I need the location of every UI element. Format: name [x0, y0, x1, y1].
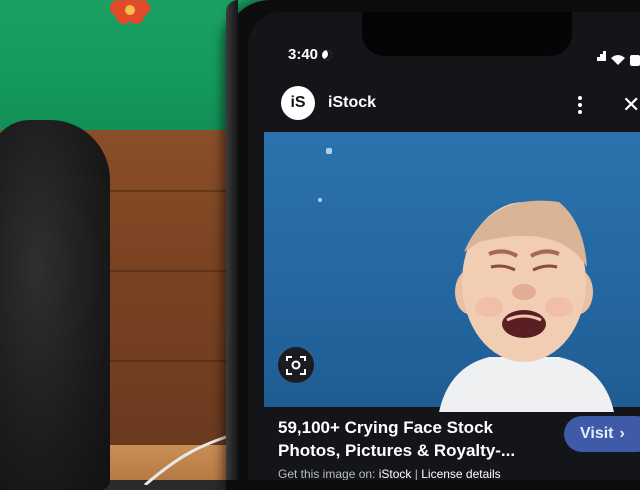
visit-button[interactable]: Visit › [564, 416, 640, 452]
kebab-menu-icon[interactable] [578, 96, 582, 117]
phone-notch [362, 12, 572, 56]
person-dark-hoodie [0, 120, 110, 490]
image-source-line: Get this image on: iStock | License deta… [278, 467, 501, 480]
app-header: iS iStock ✕ [248, 86, 640, 126]
source-site-link[interactable]: iStock [379, 467, 412, 480]
wifi-icon [611, 55, 625, 65]
flower-decoration [110, 0, 150, 24]
brand-name: iStock [328, 94, 377, 111]
result-title[interactable]: 59,100+ Crying Face Stock Photos, Pictur… [278, 416, 558, 462]
signal-icon [597, 48, 606, 66]
source-prefix: Get this image on: [278, 467, 376, 480]
crying-baby-photo [439, 200, 614, 412]
separator: | [414, 467, 418, 480]
visit-label: Visit [580, 425, 614, 442]
battery-icon [630, 55, 640, 66]
phone-screen: 3:40 iS iStock ✕ 59,100+ Crying Face Sto… [248, 12, 640, 480]
close-icon[interactable]: ✕ [622, 92, 640, 118]
lens-search-icon[interactable] [278, 347, 314, 383]
chevron-right-icon: › [619, 425, 625, 442]
charging-cable [144, 431, 239, 485]
phone-frame-edge [226, 0, 238, 480]
result-image[interactable] [264, 132, 640, 412]
status-icons [597, 48, 640, 66]
time-text: 3:40 [288, 46, 319, 63]
license-details-link[interactable]: License details [421, 467, 500, 480]
istock-logo[interactable]: iS [281, 86, 315, 120]
status-bar-time: 3:40 [288, 46, 333, 63]
moon-icon [322, 49, 333, 60]
